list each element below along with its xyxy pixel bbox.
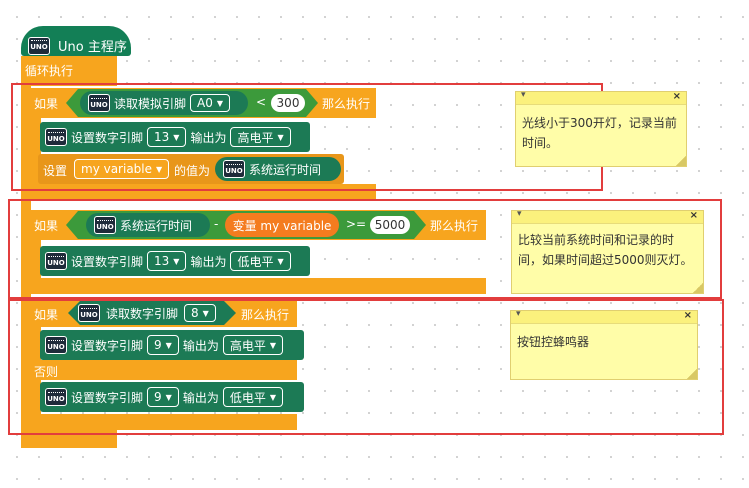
collapse-icon[interactable]: ▾ bbox=[516, 309, 521, 319]
uno-board-icon: UNO bbox=[28, 32, 50, 55]
close-icon[interactable]: × bbox=[684, 310, 692, 321]
collapse-icon[interactable]: ▾ bbox=[517, 209, 522, 219]
resize-handle-icon[interactable] bbox=[687, 369, 697, 379]
collapse-icon[interactable]: ▾ bbox=[521, 90, 526, 100]
comment-note-3[interactable]: ▾ × 按钮控蜂鸣器 bbox=[510, 309, 698, 380]
comment-note-1[interactable]: ▾ × 光线小于300开灯，记录当前时间。 bbox=[515, 90, 687, 167]
close-icon[interactable]: × bbox=[673, 91, 681, 102]
loop-label: 循环执行 bbox=[25, 64, 74, 78]
close-icon[interactable]: × bbox=[690, 210, 698, 221]
comment-note-2[interactable]: ▾ × 比较当前系统时间和记录的时间，如果时间超过5000则灭灯。 bbox=[511, 209, 704, 294]
resize-handle-icon[interactable] bbox=[676, 156, 686, 166]
main-program-label: Uno 主程序 bbox=[58, 40, 127, 55]
note-text-1[interactable]: 光线小于300开灯，记录当前时间。 bbox=[516, 105, 686, 161]
note-text-3[interactable]: 按钮控蜂鸣器 bbox=[511, 324, 697, 360]
resize-handle-icon[interactable] bbox=[693, 283, 703, 293]
note-text-2[interactable]: 比较当前系统时间和记录的时间，如果时间超过5000则灭灯。 bbox=[512, 224, 703, 278]
